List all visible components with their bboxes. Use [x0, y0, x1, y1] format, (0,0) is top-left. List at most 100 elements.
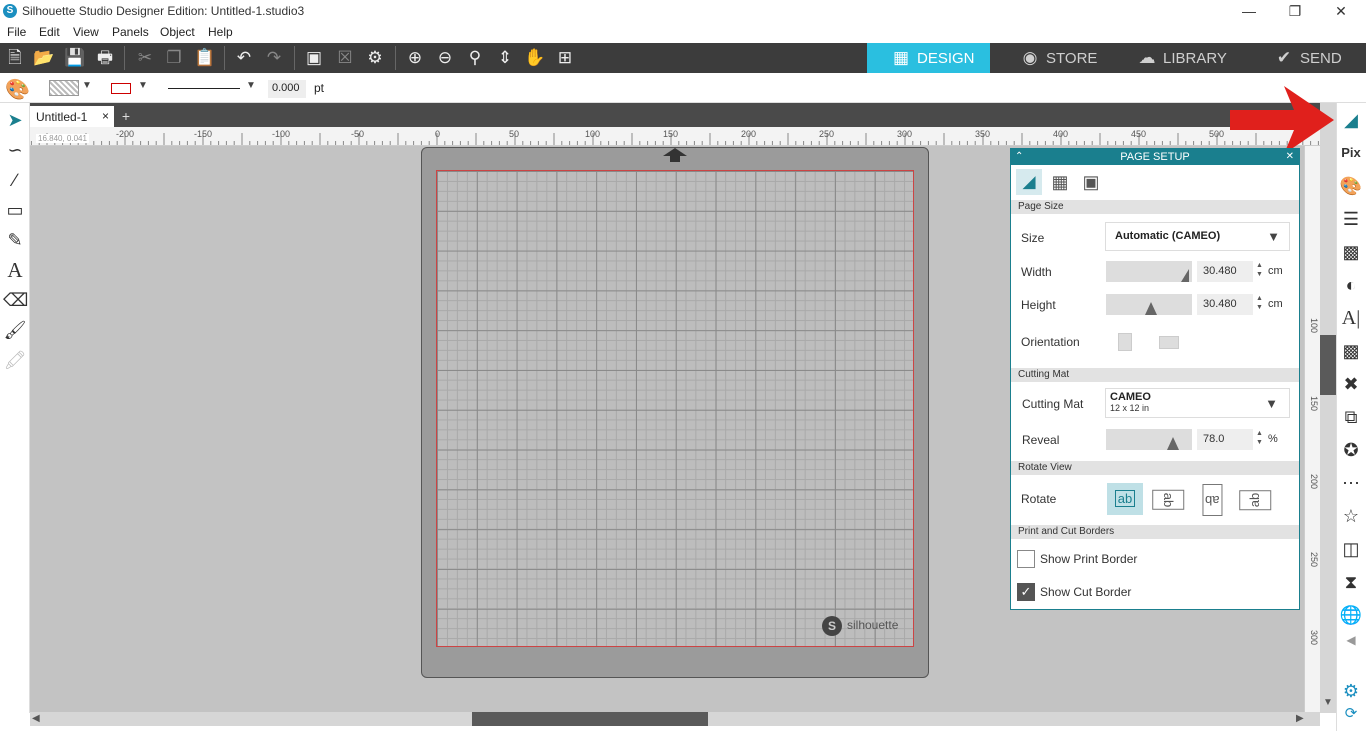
- cut-icon[interactable]: ✂: [131, 46, 159, 70]
- close-button[interactable]: ✕: [1318, 0, 1364, 23]
- trace-icon[interactable]: ⋯: [1338, 469, 1364, 497]
- scroll-down-icon[interactable]: ▼: [1323, 697, 1333, 708]
- fit-window-icon[interactable]: ⊞: [551, 46, 579, 70]
- open-folder-icon[interactable]: 📂: [30, 46, 58, 70]
- tab-library[interactable]: ☁ LIBRARY: [1137, 43, 1227, 73]
- sketch-icon[interactable]: ⧗: [1338, 568, 1364, 596]
- text-style-icon[interactable]: A|: [1338, 304, 1364, 332]
- background-tab-icon[interactable]: ▣: [1078, 169, 1104, 195]
- refresh-icon[interactable]: ⟳: [1338, 700, 1364, 728]
- text-tool-icon[interactable]: A: [3, 257, 27, 283]
- line-style-dropdown-icon[interactable]: ▼: [246, 80, 256, 91]
- fill-dropdown-icon[interactable]: ▼: [82, 80, 92, 91]
- line-tool-icon[interactable]: ∕: [3, 167, 27, 193]
- new-file-icon[interactable]: 🗎: [1, 46, 29, 70]
- deselect-icon[interactable]: ☒: [331, 46, 359, 70]
- grid-settings-tab-icon[interactable]: ▦: [1047, 169, 1073, 195]
- landscape-orientation-icon[interactable]: [1159, 336, 1179, 349]
- tab-send[interactable]: ✔ SEND: [1274, 43, 1342, 73]
- vertical-scroll-thumb[interactable]: [1320, 335, 1336, 395]
- rotate-90-button[interactable]: ab: [1150, 483, 1186, 515]
- tab-store[interactable]: ◉ STORE: [1020, 43, 1098, 73]
- undo-icon[interactable]: ↶: [230, 46, 258, 70]
- paste-icon[interactable]: 📋: [191, 46, 219, 70]
- align-icon[interactable]: ▩: [1338, 337, 1364, 365]
- rectangle-tool-icon[interactable]: ▭: [3, 197, 27, 223]
- mat-grid[interactable]: [436, 170, 914, 647]
- fill-color-icon[interactable]: 🎨: [1338, 172, 1364, 200]
- point-edit-icon[interactable]: ∽: [3, 137, 27, 163]
- menu-file[interactable]: File: [7, 25, 26, 39]
- line-weight-input[interactable]: 0.000: [268, 80, 306, 98]
- width-input[interactable]: 30.480: [1197, 261, 1253, 282]
- modify-icon[interactable]: ⧉: [1338, 403, 1364, 431]
- line-color-swatch[interactable]: [111, 83, 131, 94]
- panel-close-icon[interactable]: ✕: [1286, 149, 1294, 165]
- reveal-spinner[interactable]: ▲ ▼: [1256, 429, 1263, 447]
- slider-handle-icon[interactable]: [1145, 302, 1157, 315]
- tab-design[interactable]: ▦ DESIGN: [867, 43, 990, 73]
- width-slider[interactable]: [1106, 261, 1192, 282]
- menu-help[interactable]: Help: [208, 25, 233, 39]
- save-icon[interactable]: 💾: [61, 46, 89, 70]
- rotate-180-button[interactable]: ab: [1194, 483, 1230, 516]
- select-arrow-icon[interactable]: ➤: [3, 107, 27, 133]
- zoom-in-icon[interactable]: ⊕: [401, 46, 429, 70]
- gradient-icon[interactable]: ◐: [1338, 271, 1364, 299]
- transform-icon[interactable]: ✖: [1338, 370, 1364, 398]
- width-spinner[interactable]: ▲ ▼: [1256, 261, 1263, 279]
- collapse-chevron-icon[interactable]: ⌃: [1015, 149, 1023, 165]
- print-icon[interactable]: 🖶: [91, 46, 119, 70]
- cutting-mat-dropdown[interactable]: CAMEO 12 x 12 in ▼: [1105, 388, 1290, 418]
- add-tab-button[interactable]: +: [117, 108, 135, 125]
- select-by-color-icon[interactable]: ⚙: [361, 46, 389, 70]
- document-tab[interactable]: Untitled-1 ×: [30, 106, 114, 127]
- reveal-input[interactable]: 78.0: [1197, 429, 1253, 450]
- zoom-out-icon[interactable]: ⊖: [431, 46, 459, 70]
- line-style-icon[interactable]: ☰: [1338, 205, 1364, 233]
- slider-handle-icon[interactable]: [1167, 437, 1179, 450]
- pixscan-icon[interactable]: Pix: [1338, 139, 1364, 167]
- pan-hand-icon[interactable]: ✋: [521, 46, 549, 70]
- height-spinner[interactable]: ▲ ▼: [1256, 294, 1263, 312]
- height-input[interactable]: 30.480: [1197, 294, 1253, 315]
- menu-view[interactable]: View: [73, 25, 99, 39]
- palette-icon[interactable]: 🎨: [5, 77, 30, 102]
- fill-pattern-icon[interactable]: ▩: [1338, 238, 1364, 266]
- rotate-270-button[interactable]: ab: [1237, 483, 1273, 515]
- eyedropper-tool-icon[interactable]: 🖍: [3, 347, 27, 373]
- portrait-orientation-icon[interactable]: [1118, 333, 1132, 351]
- library-icon[interactable]: ◫: [1338, 535, 1364, 563]
- collapse-panel-icon[interactable]: ◀: [1338, 626, 1364, 654]
- redo-icon[interactable]: ↷: [260, 46, 288, 70]
- eraser-tool-icon[interactable]: ⌫: [3, 287, 28, 313]
- line-color-dropdown-icon[interactable]: ▼: [138, 80, 148, 91]
- pencil-tool-icon[interactable]: ✎: [3, 227, 27, 253]
- minimize-button[interactable]: —: [1226, 0, 1272, 23]
- fit-to-page-icon[interactable]: ⇕: [491, 46, 519, 70]
- offset-icon[interactable]: ✪: [1338, 436, 1364, 464]
- menu-object[interactable]: Object: [160, 25, 195, 39]
- copy-icon[interactable]: ❐: [160, 46, 188, 70]
- line-style-preview[interactable]: [168, 88, 240, 89]
- slider-handle-icon[interactable]: [1181, 269, 1189, 282]
- shapes-star-icon[interactable]: ☆: [1338, 502, 1364, 530]
- height-slider[interactable]: [1106, 294, 1192, 315]
- restore-button[interactable]: ❐: [1272, 0, 1318, 23]
- scroll-left-icon[interactable]: ◀: [32, 713, 40, 724]
- horizontal-scroll-thumb[interactable]: [472, 712, 708, 726]
- close-tab-icon[interactable]: ×: [102, 109, 109, 123]
- menu-edit[interactable]: Edit: [39, 25, 60, 39]
- page-setup-tab-icon[interactable]: ◢: [1016, 169, 1042, 195]
- size-dropdown[interactable]: Automatic (CAMEO) ▼: [1105, 222, 1290, 251]
- page-setup-icon[interactable]: ◢: [1338, 106, 1364, 134]
- rotate-0-button[interactable]: ab: [1107, 483, 1143, 515]
- reveal-slider[interactable]: [1106, 429, 1192, 450]
- scroll-right-icon[interactable]: ▶: [1296, 713, 1304, 724]
- show-cut-border-checkbox[interactable]: ✓: [1017, 583, 1035, 601]
- select-all-icon[interactable]: ▣: [300, 46, 328, 70]
- vertical-scrollbar[interactable]: ▼: [1320, 103, 1336, 713]
- zoom-select-icon[interactable]: ⚲: [461, 46, 489, 70]
- show-print-border-checkbox[interactable]: [1017, 550, 1035, 568]
- fill-pattern-swatch[interactable]: [49, 80, 79, 96]
